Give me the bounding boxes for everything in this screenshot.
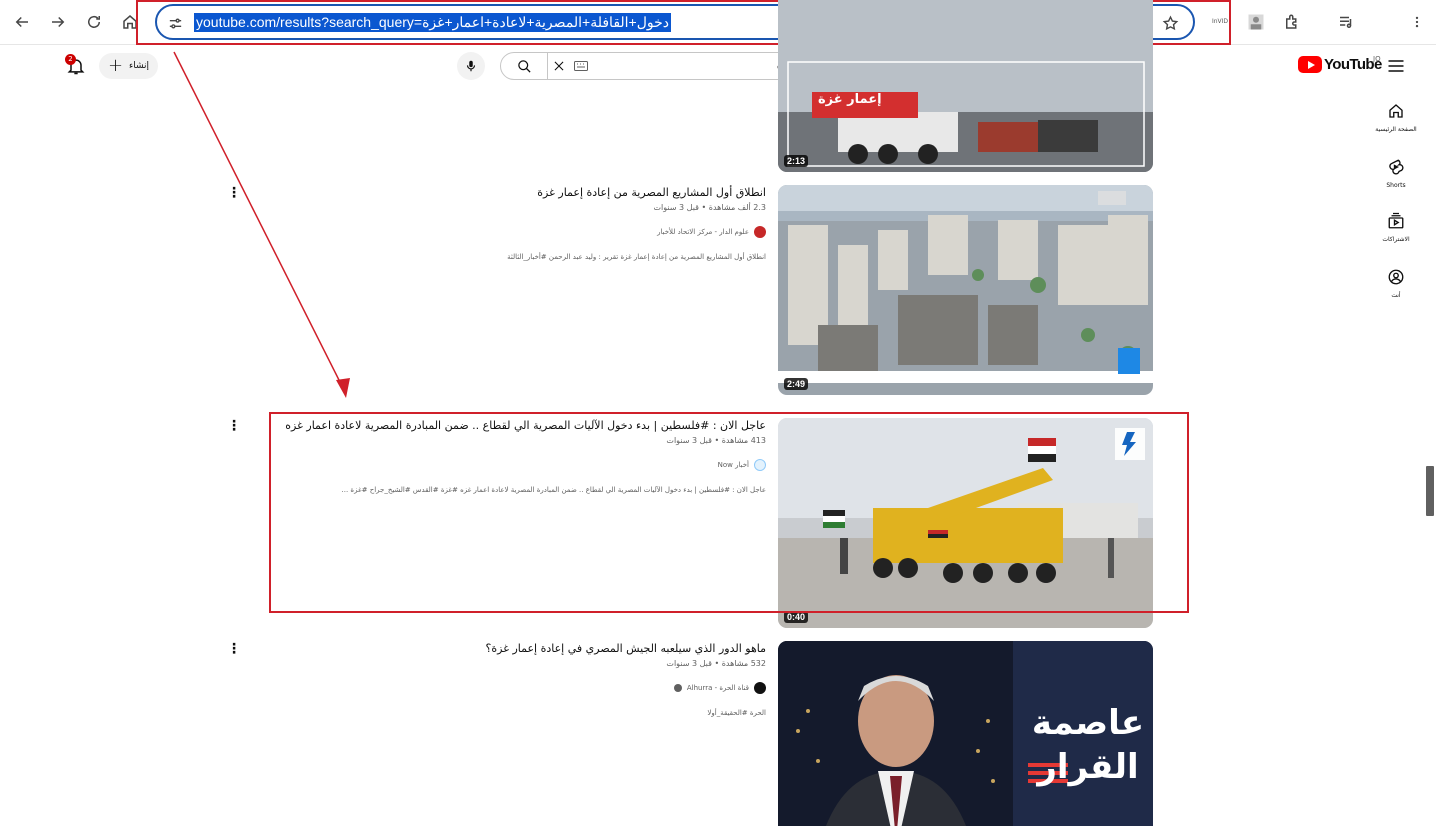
more-actions-icon[interactable]: ⋮: [227, 185, 241, 201]
screen: youtube.com/results?search_query=دخول+ال…: [0, 0, 1436, 826]
video-meta: 413 مشاهدة • قبل 3 سنوات: [666, 436, 766, 445]
more-actions-icon[interactable]: ⋮: [227, 418, 241, 434]
channel-row[interactable]: أخبار Now: [246, 459, 766, 471]
video-result[interactable]: ⋮ عاصمة القرار ماهو الدور الذي سيلعبه ال…: [200, 641, 1160, 826]
search-button[interactable]: [500, 52, 548, 80]
thumbnail-title-top: عاصمة: [1031, 703, 1145, 743]
back-icon[interactable]: [9, 9, 35, 35]
youtube-masthead: YouTube JO + إنشاء 2: [0, 46, 1436, 88]
guide-label-subscriptions: الاشتراكات: [1382, 236, 1410, 243]
home-icon: [1389, 104, 1403, 118]
video-meta: 2.3 ألف مشاهدة • قبل 3 سنوات: [653, 203, 766, 212]
video-description: انطلاق أول المشاريع المصرية من إعادة إعم…: [507, 253, 766, 261]
thumbnail-image: [778, 0, 1153, 172]
guide-item-you[interactable]: أنت: [1360, 268, 1432, 299]
clear-search-icon[interactable]: [552, 59, 566, 73]
plus-icon: +: [107, 55, 124, 76]
video-thumbnail[interactable]: 0:40: [778, 418, 1153, 628]
guide-label-shorts: Shorts: [1386, 182, 1406, 189]
channel-name[interactable]: أخبار Now: [718, 459, 749, 471]
create-label: إنشاء: [129, 61, 150, 71]
guide-menu-icon[interactable]: [1386, 56, 1406, 76]
video-info: عاجل الان : #فلسطين | بدء دخول الآليات ا…: [246, 418, 766, 495]
youtube-play-icon: [1298, 56, 1322, 73]
channel-avatar[interactable]: [754, 226, 766, 238]
video-duration: 0:40: [784, 611, 809, 623]
channel-avatar[interactable]: [754, 459, 766, 471]
video-title[interactable]: ماهو الدور الذي سيلعبه الجيش المصري في إ…: [246, 641, 766, 657]
you-icon: [1388, 269, 1404, 285]
channel-name[interactable]: قناة الحرة - Alhurra: [687, 682, 749, 694]
youtube-logo[interactable]: YouTube: [1298, 56, 1382, 73]
profile-icon[interactable]: [1246, 10, 1266, 34]
keyboard-icon[interactable]: [574, 61, 588, 71]
video-result[interactable]: إعمار غزة 2:13: [200, 0, 1160, 172]
microphone-icon: [466, 60, 476, 72]
video-title[interactable]: انطلاق أول المشاريع المصرية من إعادة إعم…: [246, 185, 766, 201]
channel-name[interactable]: علوم الدار - مركز الاتحاد للأخبار: [657, 226, 749, 238]
guide-item-subscriptions[interactable]: الاشتراكات: [1360, 212, 1432, 243]
extensions-icon[interactable]: [1282, 10, 1302, 34]
video-meta: 532 مشاهدة • قبل 3 سنوات: [666, 659, 766, 668]
video-description: عاجل الان : #فلسطين | بدء دخول الآليات ا…: [341, 486, 766, 494]
video-result[interactable]: ⋮ 2:49 انطلاق أول المشاريع المصرية من إع…: [200, 185, 1160, 395]
video-info: ماهو الدور الذي سيلعبه الجيش المصري في إ…: [246, 641, 766, 718]
channel-row[interactable]: قناة الحرة - Alhurra: [246, 682, 766, 694]
video-thumbnail[interactable]: عاصمة القرار: [778, 641, 1153, 826]
video-result[interactable]: ⋮ 0:40 عاجل الان: #فلسطين | بدء دخول ال…: [200, 418, 1160, 628]
video-duration: 2:13: [784, 155, 809, 167]
search-icon: [517, 59, 531, 73]
thumbnail-image: [778, 418, 1153, 628]
invid-label: InVID: [1211, 17, 1229, 25]
media-control-icon[interactable]: [1336, 10, 1356, 34]
kebab-menu-icon[interactable]: [1410, 10, 1424, 34]
video-info: انطلاق أول المشاريع المصرية من إعادة إعم…: [246, 185, 766, 262]
notification-count-badge: 2: [65, 54, 76, 65]
thumbnail-title-bottom: القرار: [1037, 747, 1139, 787]
reload-icon[interactable]: [81, 9, 107, 35]
shorts-icon: [1389, 159, 1404, 175]
video-thumbnail[interactable]: 2:49: [778, 185, 1153, 395]
country-code: JO: [1373, 55, 1381, 63]
video-duration: 2:49: [784, 378, 809, 390]
channel-row[interactable]: علوم الدار - مركز الاتحاد للأخبار: [246, 226, 766, 238]
thumbnail-image: [778, 185, 1153, 395]
video-thumbnail[interactable]: إعمار غزة 2:13: [778, 0, 1153, 172]
thumbnail-caption: إعمار غزة: [818, 92, 882, 107]
voice-search-button[interactable]: [457, 52, 485, 80]
more-actions-icon[interactable]: ⋮: [227, 641, 241, 657]
invid-extension-icon[interactable]: InVID: [1209, 10, 1231, 32]
guide-label-you: أنت: [1391, 292, 1401, 299]
guide-item-shorts[interactable]: Shorts: [1360, 158, 1432, 189]
video-title[interactable]: عاجل الان : #فلسطين | بدء دخول الآليات ا…: [246, 418, 766, 434]
guide-label-home: الصفحة الرئيسية: [1375, 126, 1417, 133]
browser-toolbar: youtube.com/results?search_query=دخول+ال…: [0, 0, 1436, 45]
channel-avatar[interactable]: [754, 682, 766, 694]
video-description: الحرة #الحقيقة_أولا: [707, 709, 766, 717]
verified-badge-icon: [673, 684, 682, 692]
subscriptions-icon: [1388, 212, 1404, 229]
scrollbar-thumb[interactable]: [1426, 466, 1434, 516]
guide-item-home[interactable]: الصفحة الرئيسية: [1360, 102, 1432, 133]
create-button[interactable]: + إنشاء: [99, 53, 158, 79]
forward-icon[interactable]: [45, 9, 71, 35]
